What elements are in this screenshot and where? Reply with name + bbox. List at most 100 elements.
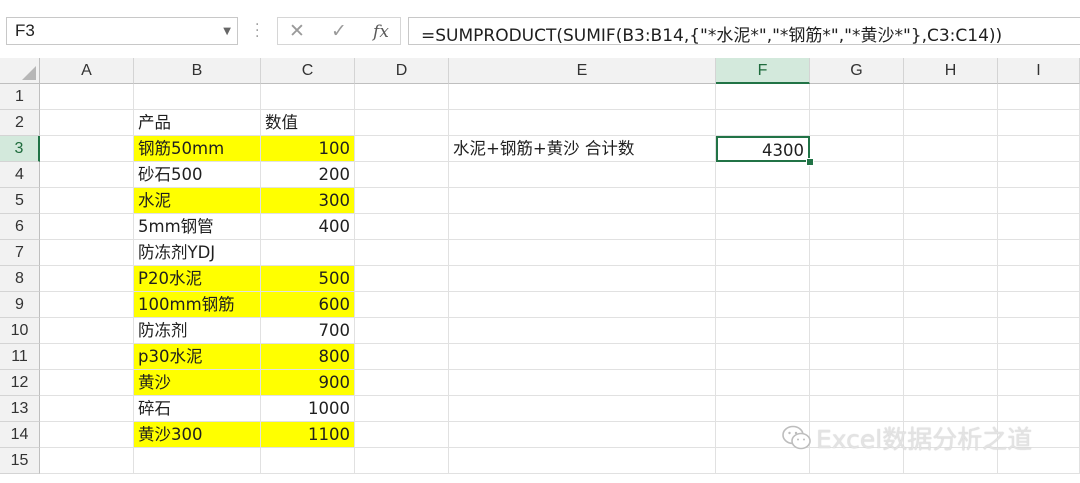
cell-h3[interactable] — [904, 136, 998, 162]
cell-g7[interactable] — [810, 240, 904, 266]
cell-c3[interactable]: 100 — [261, 136, 355, 162]
cell-b10[interactable]: 防冻剂 — [134, 318, 261, 344]
cell-e10[interactable] — [449, 318, 716, 344]
cell-a13[interactable] — [40, 396, 134, 422]
cell-b13[interactable]: 碎石 — [134, 396, 261, 422]
cell-b7[interactable]: 防冻剂YDJ — [134, 240, 261, 266]
cell-i1[interactable] — [998, 84, 1080, 110]
cell-g8[interactable] — [810, 266, 904, 292]
cell-g12[interactable] — [810, 370, 904, 396]
drag-handle-icon[interactable]: · · · — [255, 18, 259, 44]
cell-b1[interactable] — [134, 84, 261, 110]
cell-g3[interactable] — [810, 136, 904, 162]
cell-a6[interactable] — [40, 214, 134, 240]
cell-h4[interactable] — [904, 162, 998, 188]
cell-a8[interactable] — [40, 266, 134, 292]
cell-g13[interactable] — [810, 396, 904, 422]
cell-g4[interactable] — [810, 162, 904, 188]
cell-b11[interactable]: p30水泥 — [134, 344, 261, 370]
cell-e15[interactable] — [449, 448, 716, 474]
cell-e11[interactable] — [449, 344, 716, 370]
cell-i11[interactable] — [998, 344, 1080, 370]
row-header-8[interactable]: 8 — [0, 266, 40, 292]
cell-i13[interactable] — [998, 396, 1080, 422]
cell-f6[interactable] — [716, 214, 810, 240]
cell-e4[interactable] — [449, 162, 716, 188]
cell-d12[interactable] — [355, 370, 449, 396]
cell-b3[interactable]: 钢筋50mm — [134, 136, 261, 162]
fill-handle[interactable] — [806, 158, 814, 166]
cell-i7[interactable] — [998, 240, 1080, 266]
column-header-f[interactable]: F — [716, 58, 810, 84]
row-header-7[interactable]: 7 — [0, 240, 40, 266]
formula-input[interactable]: =SUMPRODUCT(SUMIF(B3:B14,{"*水泥*","*钢筋*",… — [408, 17, 1080, 46]
cell-i12[interactable] — [998, 370, 1080, 396]
cell-a5[interactable] — [40, 188, 134, 214]
cell-e3[interactable]: 水泥+钢筋+黄沙 合计数 — [449, 136, 716, 162]
cell-d5[interactable] — [355, 188, 449, 214]
cell-h1[interactable] — [904, 84, 998, 110]
row-header-14[interactable]: 14 — [0, 422, 40, 448]
cell-a9[interactable] — [40, 292, 134, 318]
cell-b9[interactable]: 100mm钢筋 — [134, 292, 261, 318]
cell-d6[interactable] — [355, 214, 449, 240]
row-header-3[interactable]: 3 — [0, 136, 40, 162]
cell-e2[interactable] — [449, 110, 716, 136]
cell-a4[interactable] — [40, 162, 134, 188]
cell-g2[interactable] — [810, 110, 904, 136]
cell-h2[interactable] — [904, 110, 998, 136]
cell-c5[interactable]: 300 — [261, 188, 355, 214]
cell-a14[interactable] — [40, 422, 134, 448]
cell-c11[interactable]: 800 — [261, 344, 355, 370]
cell-f11[interactable] — [716, 344, 810, 370]
cell-d3[interactable] — [355, 136, 449, 162]
cell-c9[interactable]: 600 — [261, 292, 355, 318]
cell-g9[interactable] — [810, 292, 904, 318]
cell-i10[interactable] — [998, 318, 1080, 344]
cell-e9[interactable] — [449, 292, 716, 318]
cell-h8[interactable] — [904, 266, 998, 292]
cell-b2[interactable]: 产品 — [134, 110, 261, 136]
enter-check-icon[interactable]: ✓ — [328, 20, 350, 42]
cell-h5[interactable] — [904, 188, 998, 214]
cell-c10[interactable]: 700 — [261, 318, 355, 344]
row-header-12[interactable]: 12 — [0, 370, 40, 396]
cell-g6[interactable] — [810, 214, 904, 240]
cell-c6[interactable]: 400 — [261, 214, 355, 240]
row-header-13[interactable]: 13 — [0, 396, 40, 422]
row-header-9[interactable]: 9 — [0, 292, 40, 318]
cell-d7[interactable] — [355, 240, 449, 266]
cell-c4[interactable]: 200 — [261, 162, 355, 188]
cell-a1[interactable] — [40, 84, 134, 110]
cell-e12[interactable] — [449, 370, 716, 396]
cell-d15[interactable] — [355, 448, 449, 474]
cell-c12[interactable]: 900 — [261, 370, 355, 396]
cell-c7[interactable] — [261, 240, 355, 266]
select-all-corner[interactable] — [0, 58, 40, 84]
row-header-1[interactable]: 1 — [0, 84, 40, 110]
cell-d13[interactable] — [355, 396, 449, 422]
column-header-a[interactable]: A — [40, 58, 134, 84]
cell-a10[interactable] — [40, 318, 134, 344]
cell-c13[interactable]: 1000 — [261, 396, 355, 422]
cell-h7[interactable] — [904, 240, 998, 266]
cell-d8[interactable] — [355, 266, 449, 292]
cell-c8[interactable]: 500 — [261, 266, 355, 292]
insert-function-fx-icon[interactable]: fx — [370, 22, 392, 42]
cell-a12[interactable] — [40, 370, 134, 396]
cell-f8[interactable] — [716, 266, 810, 292]
cell-e5[interactable] — [449, 188, 716, 214]
column-header-i[interactable]: I — [998, 58, 1080, 84]
cell-i8[interactable] — [998, 266, 1080, 292]
cell-i6[interactable] — [998, 214, 1080, 240]
cell-b5[interactable]: 水泥 — [134, 188, 261, 214]
cell-i3[interactable] — [998, 136, 1080, 162]
cell-g5[interactable] — [810, 188, 904, 214]
cell-i4[interactable] — [998, 162, 1080, 188]
cell-i9[interactable] — [998, 292, 1080, 318]
column-header-d[interactable]: D — [355, 58, 449, 84]
cell-h6[interactable] — [904, 214, 998, 240]
cell-f13[interactable] — [716, 396, 810, 422]
cell-b6[interactable]: 5mm钢管 — [134, 214, 261, 240]
cell-h11[interactable] — [904, 344, 998, 370]
